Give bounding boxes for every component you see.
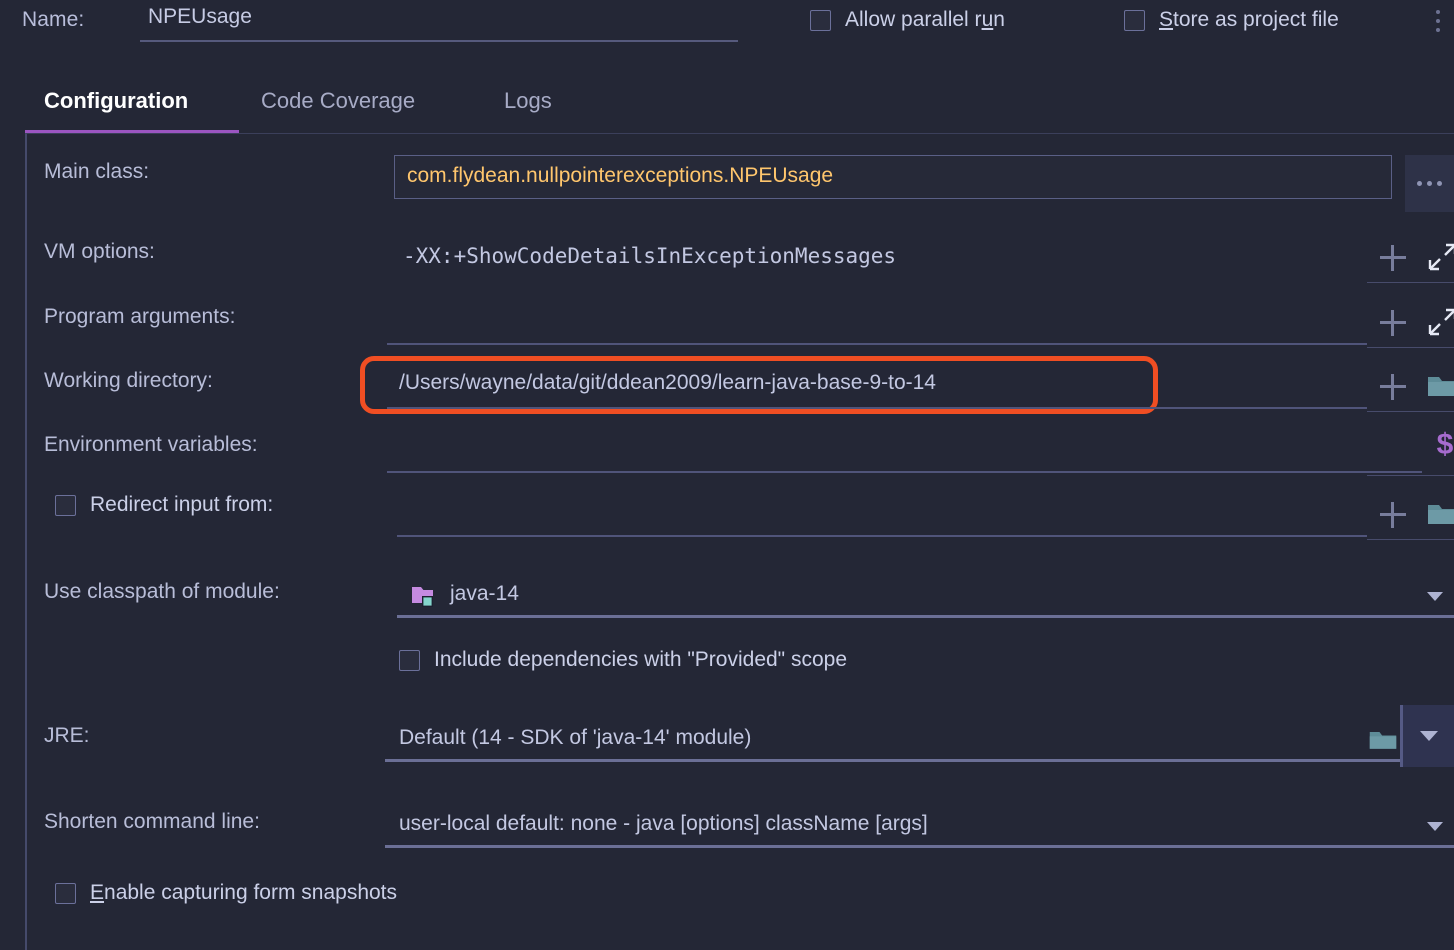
chevron-down-icon <box>1427 822 1443 831</box>
include-provided-label: Include dependencies with "Provided" sco… <box>434 648 847 672</box>
main-class-value: com.flydean.nullpointerexceptions.NPEUsa… <box>407 164 833 188</box>
divider <box>1367 411 1454 412</box>
redirect-input-label: Redirect input from: <box>90 493 273 517</box>
include-provided-checkbox[interactable]: Include dependencies with "Provided" sco… <box>399 648 847 672</box>
mnemonic-letter: S <box>1159 8 1173 31</box>
folder-icon <box>1426 499 1454 527</box>
row-include-provided: Include dependencies with "Provided" sco… <box>27 634 1454 694</box>
divider <box>1367 282 1454 283</box>
working-directory-browse-icon[interactable] <box>1425 369 1454 401</box>
checkbox-box-store-as-project-file[interactable] <box>1124 10 1145 31</box>
mnemonic-letter: u <box>982 8 994 31</box>
jre-dropdown-button[interactable] <box>1400 705 1454 767</box>
jre-label: JRE: <box>44 724 90 748</box>
name-label: Name: <box>22 8 84 32</box>
allow-parallel-run-label: Allow parallel run <box>845 8 1005 32</box>
vm-options-value: -XX:+ShowCodeDetailsInExceptionMessages <box>403 244 896 268</box>
jre-combo[interactable]: Default (14 - SDK of 'java-14' module) <box>385 716 1454 762</box>
vm-options-expand-icon[interactable] <box>1423 238 1454 276</box>
divider <box>1367 347 1454 348</box>
program-arguments-expand-icon[interactable] <box>1423 303 1454 341</box>
divider <box>1367 539 1454 540</box>
main-class-input[interactable]: com.flydean.nullpointerexceptions.NPEUsa… <box>394 155 1392 199</box>
ellipsis-browse-icon[interactable] <box>1405 155 1454 212</box>
row-redirect-input: Redirect input from: <box>27 477 1454 541</box>
row-classpath-module: Use classpath of module: java-14 <box>27 562 1454 632</box>
checkbox-box-redirect-input[interactable] <box>55 495 76 516</box>
shorten-command-line-label: Shorten command line: <box>44 810 260 834</box>
classpath-module-dropdown-icon[interactable] <box>1417 584 1453 608</box>
plus-icon <box>1380 374 1406 400</box>
name-input-value: NPEUsage <box>148 5 252 29</box>
row-working-directory: Working directory: /Users/wayne/data/git… <box>27 349 1454 413</box>
vm-options-input[interactable]: -XX:+ShowCodeDetailsInExceptionMessages <box>387 232 1367 278</box>
mnemonic-letter: E <box>90 881 104 904</box>
folder-icon <box>1368 725 1398 753</box>
redirect-input-path-input[interactable] <box>397 491 1367 537</box>
main-class-label: Main class: <box>44 160 149 184</box>
allow-parallel-run-checkbox[interactable]: Allow parallel run <box>810 8 1005 32</box>
jre-browse-icon[interactable] <box>1365 723 1401 755</box>
environment-variables-input[interactable] <box>387 427 1422 473</box>
chevron-down-icon <box>1420 731 1438 741</box>
vm-options-label: VM options: <box>44 240 155 264</box>
vm-options-add-icon[interactable] <box>1375 240 1411 276</box>
classpath-module-combo[interactable]: java-14 <box>397 572 1454 618</box>
row-jre: JRE: Default (14 - SDK of 'java-14' modu… <box>27 705 1454 777</box>
run-configuration-dialog: Name: NPEUsage Allow parallel run Store … <box>0 0 1454 950</box>
plus-icon <box>1380 502 1406 528</box>
tab-logs[interactable]: Logs <box>504 72 552 130</box>
form-snapshots-checkbox[interactable]: Enable capturing form snapshots <box>55 881 397 905</box>
row-vm-options: VM options: -XX:+ShowCodeDetailsInExcept… <box>27 220 1454 285</box>
row-shorten-command-line: Shorten command line: user-local default… <box>27 791 1454 863</box>
configuration-form: Main class: com.flydean.nullpointerexcep… <box>25 133 1454 950</box>
working-directory-input[interactable]: /Users/wayne/data/git/ddean2009/learn-ja… <box>387 363 1367 409</box>
store-as-project-file-checkbox[interactable]: Store as project file <box>1124 8 1339 32</box>
classpath-module-label: Use classpath of module: <box>44 580 280 604</box>
tab-bar: Configuration Code Coverage Logs <box>0 72 1454 134</box>
program-arguments-add-icon[interactable] <box>1375 305 1411 341</box>
redirect-input-browse-icon[interactable] <box>1425 497 1454 529</box>
row-main-class: Main class: com.flydean.nullpointerexcep… <box>27 146 1454 204</box>
checkbox-box-include-provided[interactable] <box>399 650 420 671</box>
row-form-snapshots: Enable capturing form snapshots <box>27 865 1454 925</box>
module-folder-icon <box>411 585 438 609</box>
dollar-glyph: $ <box>1437 428 1454 462</box>
divider <box>1367 475 1454 476</box>
shorten-command-line-dropdown-icon[interactable] <box>1417 814 1453 838</box>
jre-value: Default (14 - SDK of 'java-14' module) <box>399 726 751 750</box>
program-arguments-label: Program arguments: <box>44 305 235 329</box>
classpath-module-value: java-14 <box>450 582 519 606</box>
store-as-project-file-label: Store as project file <box>1159 8 1339 32</box>
row-environment-variables: Environment variables: $ <box>27 413 1454 477</box>
shorten-command-line-value: user-local default: none - java [options… <box>399 812 928 836</box>
expand-editor-icon <box>1427 242 1454 272</box>
checkbox-box-form-snapshots[interactable] <box>55 883 76 904</box>
tab-configuration[interactable]: Configuration <box>44 72 188 130</box>
name-input[interactable]: NPEUsage <box>140 4 738 42</box>
shorten-command-line-combo[interactable]: user-local default: none - java [options… <box>385 802 1454 848</box>
folder-icon <box>1426 371 1454 399</box>
dialog-header: Name: NPEUsage Allow parallel run Store … <box>0 0 1454 58</box>
working-directory-value: /Users/wayne/data/git/ddean2009/learn-ja… <box>399 371 936 395</box>
row-program-arguments: Program arguments: <box>27 285 1454 349</box>
program-arguments-input[interactable] <box>387 299 1367 345</box>
environment-variables-label: Environment variables: <box>44 433 258 457</box>
redirect-input-add-icon[interactable] <box>1375 497 1411 533</box>
working-directory-add-icon[interactable] <box>1375 369 1411 405</box>
expand-editor-icon <box>1427 307 1454 337</box>
form-snapshots-label: Enable capturing form snapshots <box>90 881 397 905</box>
plus-icon <box>1380 245 1406 271</box>
dollar-macro-icon[interactable]: $ <box>1429 427 1454 463</box>
working-directory-label: Working directory: <box>44 369 213 393</box>
kebab-menu-icon[interactable] <box>1428 8 1448 34</box>
chevron-down-icon <box>1427 592 1443 601</box>
redirect-input-checkbox[interactable]: Redirect input from: <box>55 493 273 517</box>
plus-icon <box>1380 310 1406 336</box>
tab-code-coverage[interactable]: Code Coverage <box>261 72 415 130</box>
checkbox-box-allow-parallel-run[interactable] <box>810 10 831 31</box>
